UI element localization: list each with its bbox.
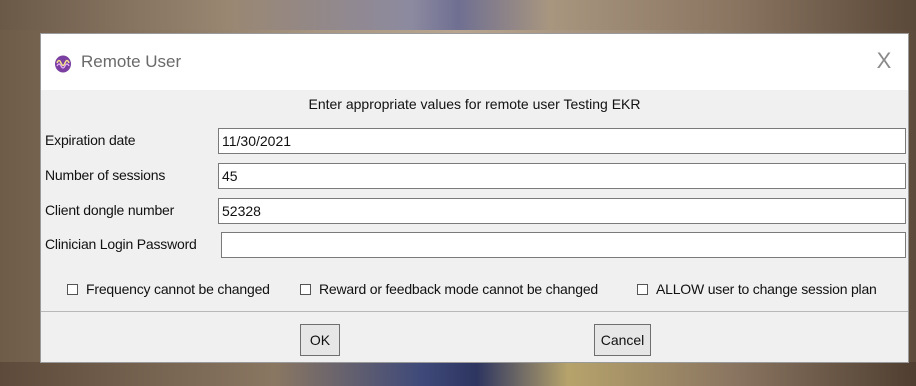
- reward-checkbox-label: Reward or feedback mode cannot be change…: [319, 281, 598, 297]
- clinician-password-field[interactable]: [221, 232, 906, 258]
- allow-session-plan-checkbox-row[interactable]: ALLOW user to change session plan: [637, 281, 877, 297]
- number-of-sessions-label: Number of sessions: [45, 167, 166, 183]
- allow-session-plan-checkbox[interactable]: [637, 283, 648, 295]
- cancel-button[interactable]: Cancel: [594, 324, 651, 356]
- clinician-password-label: Clinician Login Password: [45, 236, 197, 252]
- close-button[interactable]: X: [872, 48, 896, 74]
- dialog-title: Remote User: [81, 52, 182, 71]
- reward-checkbox-row[interactable]: Reward or feedback mode cannot be change…: [300, 281, 598, 297]
- expiration-date-label: Expiration date: [45, 132, 136, 148]
- background-top: [0, 0, 916, 30]
- client-dongle-number-label: Client dongle number: [45, 202, 175, 218]
- remote-user-dialog: Remote User X Enter appropriate values f…: [40, 33, 909, 363]
- background-bottom: [0, 362, 916, 386]
- app-icon: [55, 55, 71, 73]
- instruction-text: Enter appropriate values for remote user…: [308, 96, 641, 112]
- reward-checkbox[interactable]: [300, 283, 311, 295]
- number-of-sessions-field[interactable]: [218, 163, 906, 189]
- title-bar: Remote User X: [41, 34, 908, 90]
- expiration-date-field[interactable]: [218, 128, 906, 154]
- frequency-checkbox[interactable]: [67, 283, 78, 295]
- allow-session-plan-checkbox-label: ALLOW user to change session plan: [656, 281, 877, 297]
- client-dongle-number-field[interactable]: [218, 198, 906, 224]
- ok-button[interactable]: OK: [300, 324, 340, 356]
- separator: [41, 311, 908, 312]
- frequency-checkbox-row[interactable]: Frequency cannot be changed: [67, 281, 270, 297]
- frequency-checkbox-label: Frequency cannot be changed: [86, 281, 270, 297]
